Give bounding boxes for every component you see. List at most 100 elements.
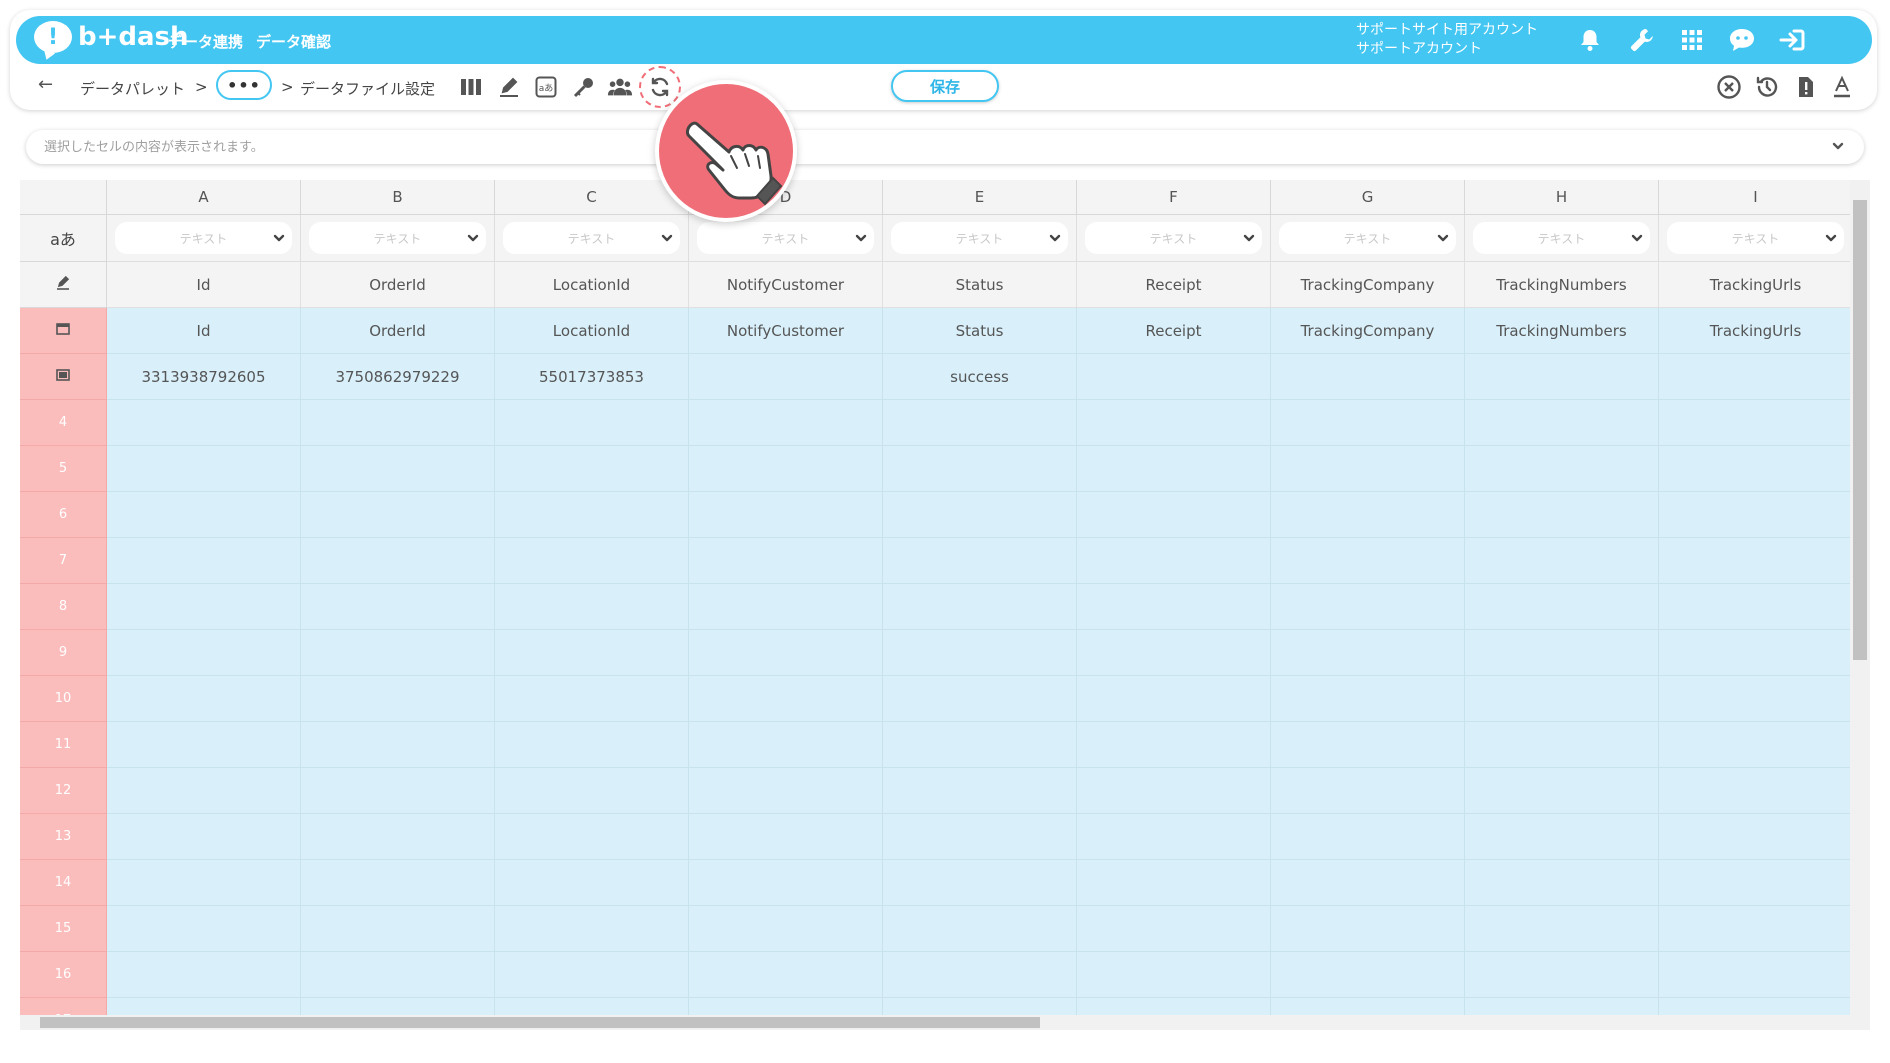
cell-empty[interactable] <box>689 400 883 446</box>
cell-empty[interactable] <box>107 492 301 538</box>
row-number[interactable]: 6 <box>20 492 107 538</box>
save-button[interactable]: 保存 <box>891 70 999 102</box>
cell-b2[interactable]: OrderId <box>301 308 495 354</box>
breadcrumb-ellipsis-button[interactable]: ••• <box>216 70 272 100</box>
cell-empty[interactable] <box>1465 814 1659 860</box>
chat-robot-icon[interactable] <box>1726 24 1758 56</box>
cell-g3[interactable] <box>1271 354 1465 400</box>
label-cell-d[interactable]: NotifyCustomer <box>689 262 883 308</box>
cell-empty[interactable] <box>495 952 689 998</box>
cell-empty[interactable] <box>689 584 883 630</box>
cell-a2[interactable]: Id <box>107 308 301 354</box>
cell-empty[interactable] <box>301 906 495 952</box>
horizontal-scrollbar[interactable] <box>20 1015 1850 1030</box>
cell-h3[interactable] <box>1465 354 1659 400</box>
cell-empty[interactable] <box>689 722 883 768</box>
row-number[interactable]: 4 <box>20 400 107 446</box>
cell-empty[interactable] <box>301 492 495 538</box>
cell-empty[interactable] <box>1659 400 1853 446</box>
cell-f2[interactable]: Receipt <box>1077 308 1271 354</box>
cell-empty[interactable] <box>1271 814 1465 860</box>
cell-empty[interactable] <box>883 400 1077 446</box>
label-cell-c[interactable]: LocationId <box>495 262 689 308</box>
row-number[interactable]: 13 <box>20 814 107 860</box>
cell-empty[interactable] <box>1659 814 1853 860</box>
login-icon[interactable] <box>1776 24 1808 56</box>
cell-empty[interactable] <box>1271 952 1465 998</box>
label-cell-g[interactable]: TrackingCompany <box>1271 262 1465 308</box>
label-cell-a[interactable]: Id <box>107 262 301 308</box>
nav-data-check[interactable]: データ確認 <box>256 31 331 52</box>
cell-empty[interactable] <box>883 584 1077 630</box>
row-number[interactable]: 9 <box>20 630 107 676</box>
cell-empty[interactable] <box>883 630 1077 676</box>
cell-empty[interactable] <box>301 814 495 860</box>
cell-empty[interactable] <box>107 538 301 584</box>
cell-empty[interactable] <box>1077 952 1271 998</box>
type-select[interactable]: テキスト <box>1667 222 1844 254</box>
cell-empty[interactable] <box>1271 538 1465 584</box>
key-icon[interactable] <box>571 74 597 100</box>
cell-empty[interactable] <box>1077 906 1271 952</box>
label-cell-h[interactable]: TrackingNumbers <box>1465 262 1659 308</box>
row-number[interactable]: 5 <box>20 446 107 492</box>
cell-empty[interactable] <box>495 400 689 446</box>
cell-c2[interactable]: LocationId <box>495 308 689 354</box>
column-header-e[interactable]: E <box>883 180 1077 215</box>
cell-empty[interactable] <box>1077 814 1271 860</box>
cell-empty[interactable] <box>107 768 301 814</box>
cell-empty[interactable] <box>495 446 689 492</box>
cell-empty[interactable] <box>883 538 1077 584</box>
type-select[interactable]: テキスト <box>1085 222 1262 254</box>
cell-empty[interactable] <box>1077 768 1271 814</box>
type-select[interactable]: テキスト <box>503 222 680 254</box>
row-number[interactable]: 8 <box>20 584 107 630</box>
horizontal-scroll-thumb[interactable] <box>40 1017 1040 1028</box>
row-number[interactable]: 10 <box>20 676 107 722</box>
cell-empty[interactable] <box>689 860 883 906</box>
cell-e3[interactable]: success <box>883 354 1077 400</box>
bdash-logo[interactable]: ! b+dash <box>34 21 189 53</box>
cell-empty[interactable] <box>1077 446 1271 492</box>
cell-empty[interactable] <box>301 538 495 584</box>
cell-empty[interactable] <box>883 814 1077 860</box>
cell-empty[interactable] <box>883 722 1077 768</box>
cell-empty[interactable] <box>1659 538 1853 584</box>
cell-empty[interactable] <box>495 630 689 676</box>
cell-a3[interactable]: 3313938792605 <box>107 354 301 400</box>
cell-empty[interactable] <box>1659 860 1853 906</box>
history-icon[interactable] <box>1754 74 1780 100</box>
column-header-b[interactable]: B <box>301 180 495 215</box>
row-number[interactable]: 16 <box>20 952 107 998</box>
cell-d2[interactable]: NotifyCustomer <box>689 308 883 354</box>
cell-f3[interactable] <box>1077 354 1271 400</box>
cell-empty[interactable] <box>1465 630 1659 676</box>
cell-empty[interactable] <box>883 768 1077 814</box>
cell-empty[interactable] <box>1077 400 1271 446</box>
row-number[interactable]: 15 <box>20 906 107 952</box>
cell-h2[interactable]: TrackingNumbers <box>1465 308 1659 354</box>
cell-empty[interactable] <box>1271 722 1465 768</box>
row-number[interactable]: 14 <box>20 860 107 906</box>
cell-d3[interactable] <box>689 354 883 400</box>
cell-empty[interactable] <box>301 676 495 722</box>
breadcrumb-root[interactable]: データパレット <box>80 78 185 99</box>
cell-empty[interactable] <box>107 676 301 722</box>
cell-empty[interactable] <box>1271 630 1465 676</box>
edit-icon[interactable] <box>496 74 522 100</box>
cell-empty[interactable] <box>107 814 301 860</box>
cell-empty[interactable] <box>1659 722 1853 768</box>
cell-empty[interactable] <box>1077 722 1271 768</box>
cell-empty[interactable] <box>689 906 883 952</box>
type-row-header[interactable]: aあ <box>20 215 107 262</box>
cell-i3[interactable] <box>1659 354 1853 400</box>
cell-empty[interactable] <box>1077 630 1271 676</box>
cell-empty[interactable] <box>1271 906 1465 952</box>
cell-empty[interactable] <box>1659 906 1853 952</box>
cell-empty[interactable] <box>1465 584 1659 630</box>
label-cell-i[interactable]: TrackingUrls <box>1659 262 1853 308</box>
back-arrow-icon[interactable]: ← <box>38 74 53 95</box>
text-type-icon[interactable]: aあ <box>533 74 559 100</box>
cell-empty[interactable] <box>1465 722 1659 768</box>
column-header-i[interactable]: I <box>1659 180 1853 215</box>
